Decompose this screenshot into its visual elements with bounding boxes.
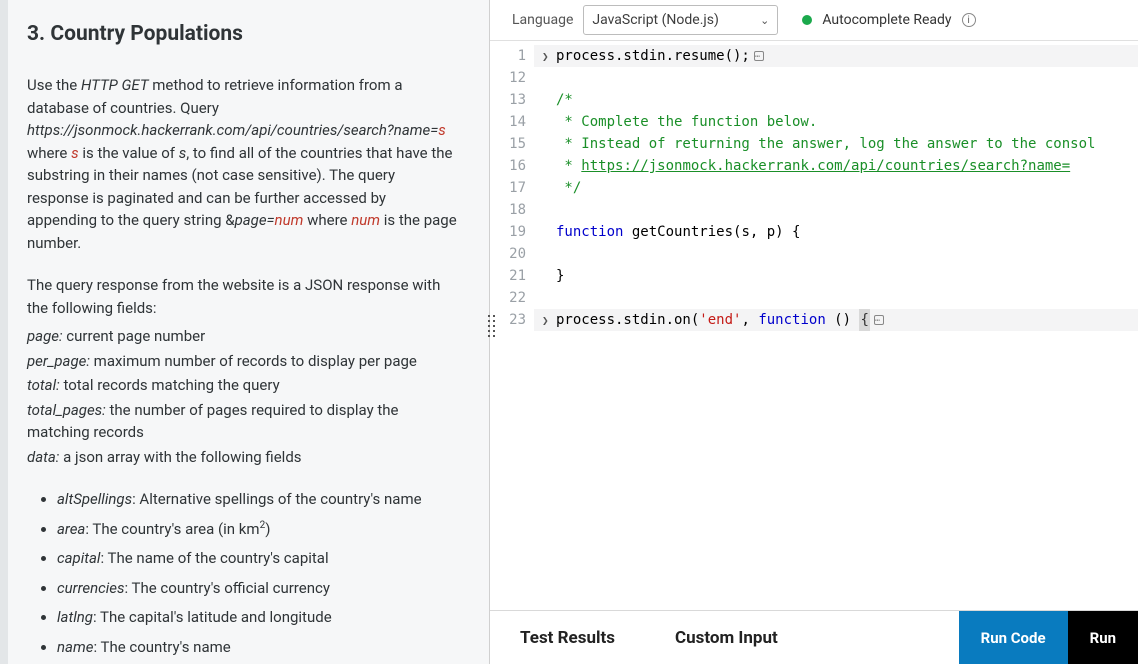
json-field: total: total records matching the query [27, 374, 459, 397]
autocomplete-status: Autocomplete Ready [822, 12, 951, 28]
code-editor[interactable]: 1121314151617181920212223 ❯process.stdin… [490, 40, 1138, 664]
editor-panel: Language JavaScript (Node.js) ⌄ Autocomp… [490, 0, 1138, 664]
json-field: total_pages: the number of pages require… [27, 399, 459, 444]
fold-arrow-icon[interactable]: ❯ [542, 310, 552, 332]
chevron-down-icon: ⌄ [760, 14, 769, 27]
data-field-item: latlng: The capital's latitude and longi… [57, 606, 459, 629]
json-field: data: a json array with the following fi… [27, 446, 459, 469]
line-number: 12 [490, 67, 526, 89]
code-area[interactable]: ❯process.stdin.resume(); /* * Complete t… [534, 41, 1138, 664]
code-line[interactable]: ❯process.stdin.on('end', function () { [534, 309, 1138, 331]
status-dot-icon [802, 15, 812, 25]
tab-test-results[interactable]: Test Results [520, 628, 615, 648]
code-line[interactable]: */ [534, 177, 1138, 199]
language-value: JavaScript (Node.js) [592, 12, 718, 28]
data-field-item: area: The country's area (in km2) [57, 518, 459, 541]
bottom-tabs: Test Results Custom Input [490, 611, 959, 664]
data-field-list: altSpellings: Alternative spellings of t… [27, 488, 459, 664]
tab-custom-input[interactable]: Custom Input [675, 628, 778, 648]
line-gutter: 1121314151617181920212223 [490, 41, 534, 664]
line-number: 17 [490, 177, 526, 199]
code-line[interactable] [534, 67, 1138, 89]
code-line[interactable]: * Complete the function below. [534, 111, 1138, 133]
line-number: 13 [490, 89, 526, 111]
info-icon[interactable]: i [962, 13, 976, 27]
code-line[interactable]: /* [534, 89, 1138, 111]
code-line[interactable]: ❯process.stdin.resume(); [534, 45, 1138, 67]
data-field-item: altSpellings: Alternative spellings of t… [57, 488, 459, 511]
bottom-bar: Test Results Custom Input Run Code Run [490, 610, 1138, 664]
line-number: 19 [490, 221, 526, 243]
language-select[interactable]: JavaScript (Node.js) ⌄ [583, 5, 778, 35]
line-number: 1 [490, 45, 526, 67]
run-code-button[interactable]: Run Code [959, 611, 1068, 664]
code-line[interactable] [534, 287, 1138, 309]
code-line[interactable]: * https://jsonmock.hackerrank.com/api/co… [534, 155, 1138, 177]
code-line[interactable]: } [534, 265, 1138, 287]
json-field-list: page: current page numberper_page: maxim… [27, 325, 459, 468]
problem-panel: 3. Country Populations Use the HTTP GET … [0, 0, 490, 664]
line-number: 18 [490, 199, 526, 221]
language-label: Language [512, 12, 573, 28]
run-buttons: Run Code Run [959, 611, 1138, 664]
json-field: per_page: maximum number of records to d… [27, 350, 459, 373]
problem-body: Use the HTTP GET method to retrieve info… [27, 74, 459, 664]
line-number: 23 [490, 309, 526, 331]
code-line[interactable]: * Instead of returning the answer, log t… [534, 133, 1138, 155]
problem-para-1: Use the HTTP GET method to retrieve info… [27, 74, 459, 254]
code-line[interactable] [534, 243, 1138, 265]
splitter-handle[interactable] [488, 315, 495, 337]
problem-para-2: The query response from the website is a… [27, 274, 459, 319]
json-field: page: current page number [27, 325, 459, 348]
line-number: 14 [490, 111, 526, 133]
line-number: 20 [490, 243, 526, 265]
data-field-item: name: The country's name [57, 636, 459, 659]
fold-ellipsis-icon[interactable] [874, 315, 884, 325]
fold-arrow-icon[interactable]: ❯ [542, 46, 552, 68]
code-line[interactable]: function getCountries(s, p) { [534, 221, 1138, 243]
line-number: 21 [490, 265, 526, 287]
line-number: 22 [490, 287, 526, 309]
data-field-item: currencies: The country's official curre… [57, 577, 459, 600]
data-field-item: capital: The name of the country's capit… [57, 547, 459, 570]
line-number: 15 [490, 133, 526, 155]
line-number: 16 [490, 155, 526, 177]
editor-toolbar: Language JavaScript (Node.js) ⌄ Autocomp… [490, 0, 1138, 40]
run-button[interactable]: Run [1068, 611, 1138, 664]
code-line[interactable] [534, 199, 1138, 221]
fold-ellipsis-icon[interactable] [754, 51, 764, 61]
problem-title: 3. Country Populations [27, 22, 459, 46]
